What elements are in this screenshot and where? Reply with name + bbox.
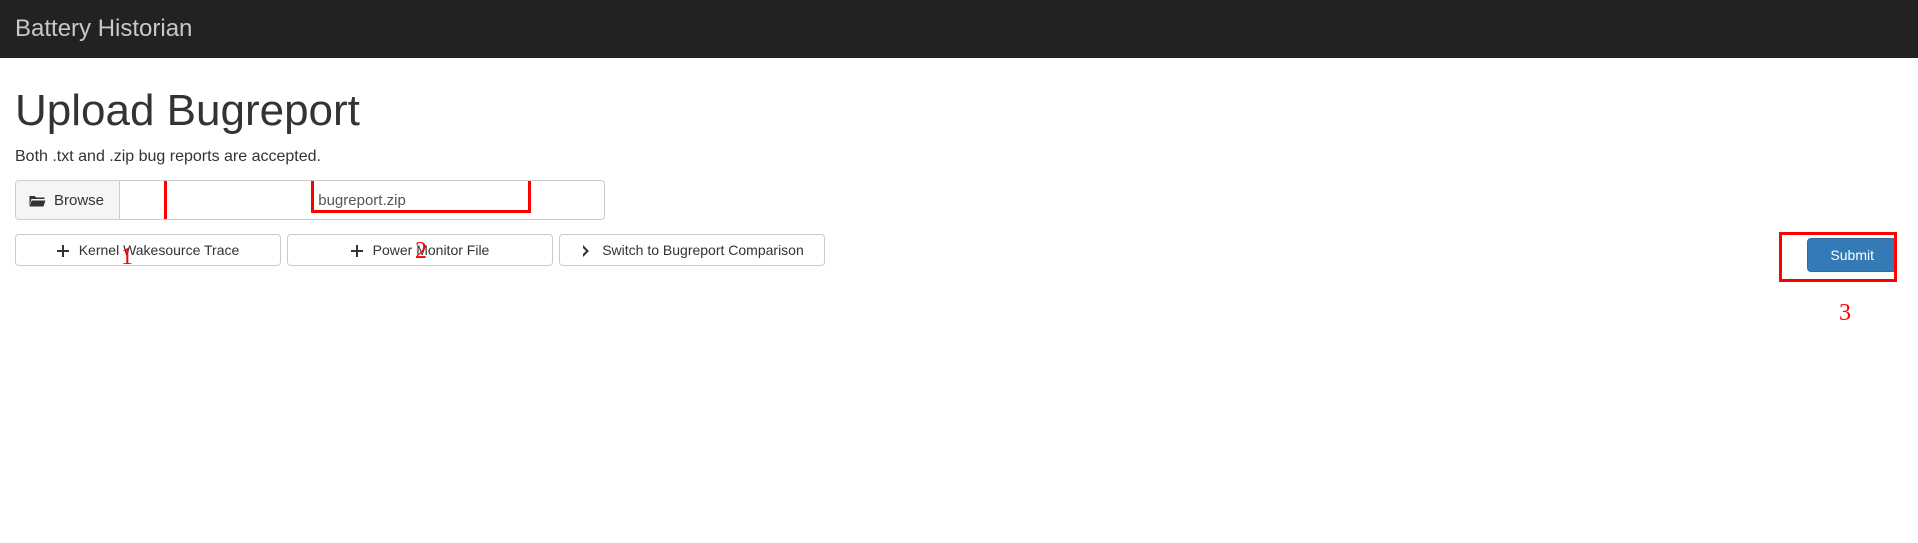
browse-label: Browse — [54, 192, 104, 209]
file-picker[interactable]: Browse bugreport.zip — [15, 180, 605, 220]
kernel-button-label: Kernel Wakesource Trace — [79, 242, 240, 258]
add-power-monitor-button[interactable]: Power Monitor File — [287, 234, 553, 266]
add-kernel-trace-button[interactable]: Kernel Wakesource Trace — [15, 234, 281, 266]
power-button-label: Power Monitor File — [373, 242, 490, 258]
navbar-brand[interactable]: Battery Historian — [0, 0, 207, 58]
top-navbar: Battery Historian — [0, 0, 1918, 58]
switch-comparison-button[interactable]: Switch to Bugreport Comparison — [559, 234, 825, 266]
switch-button-label: Switch to Bugreport Comparison — [602, 242, 804, 258]
page-subtitle: Both .txt and .zip bug reports are accep… — [15, 148, 1903, 166]
annotation-3: 3 — [1839, 300, 1851, 327]
folder-open-icon — [28, 193, 46, 208]
page-title: Upload Bugreport — [15, 86, 1903, 136]
submit-button[interactable]: Submit — [1807, 238, 1897, 272]
plus-icon — [57, 244, 69, 256]
chevron-right-icon — [580, 244, 592, 256]
file-name: bugreport.zip — [120, 192, 604, 209]
browse-button[interactable]: Browse — [16, 181, 120, 219]
plus-icon — [351, 244, 363, 256]
